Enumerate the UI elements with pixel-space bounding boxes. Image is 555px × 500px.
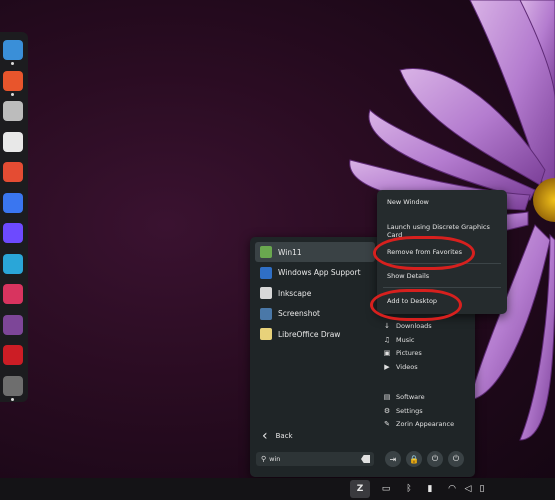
- place-item[interactable]: ↓ Downloads: [383, 320, 432, 332]
- libreoffice-draw-icon: [260, 328, 272, 340]
- back-label: Back: [275, 432, 293, 440]
- place-item[interactable]: ▶ Videos: [383, 361, 418, 373]
- search-input[interactable]: ⚲ win: [256, 452, 374, 466]
- zorin-menu-button[interactable]: Z: [350, 480, 370, 498]
- app-label: Windows App Support: [278, 268, 361, 277]
- system-label: Software: [396, 393, 425, 401]
- system-item[interactable]: ▤ Software: [383, 391, 425, 403]
- running-indicator: [11, 397, 14, 401]
- place-label: Videos: [396, 362, 418, 371]
- app-result[interactable]: Windows App Support: [255, 263, 375, 283]
- annotation-circle: [370, 289, 462, 321]
- inkscape-icon: [260, 287, 272, 299]
- place-icon: ▶: [384, 362, 390, 371]
- place-label: Downloads: [396, 322, 432, 330]
- redhat-icon[interactable]: [3, 345, 23, 365]
- app-result[interactable]: LibreOffice Draw: [255, 324, 375, 344]
- system-label: Settings: [396, 406, 423, 415]
- dock: [0, 32, 28, 402]
- separator: [383, 287, 501, 288]
- app-label: Win11: [278, 247, 302, 257]
- place-item[interactable]: ♫ Music: [383, 334, 415, 346]
- system-icon: ▤: [383, 393, 391, 401]
- annotation-circle: [373, 236, 475, 270]
- clear-search-icon[interactable]: [361, 455, 370, 463]
- place-label: Music: [396, 335, 415, 344]
- chevron-left-icon: ‹: [262, 428, 268, 444]
- wifi-icon[interactable]: ◠: [446, 482, 458, 496]
- window-icon[interactable]: [3, 101, 23, 121]
- system-item[interactable]: ✎ Zorin Appearance: [383, 418, 454, 430]
- place-item[interactable]: ▣ Pictures: [383, 347, 422, 359]
- wine-icon: [260, 266, 272, 279]
- app-label: Screenshot: [278, 309, 320, 318]
- system-icon: ⚙: [383, 406, 391, 415]
- place-label: Pictures: [396, 349, 422, 357]
- files-icon[interactable]: [3, 40, 23, 60]
- back-button[interactable]: ‹ Back: [262, 428, 293, 444]
- signal-icon[interactable]: [3, 192, 23, 213]
- app-result[interactable]: Inkscape: [255, 283, 375, 303]
- context-item-show-details[interactable]: Show Details: [387, 272, 429, 280]
- screenshot-icon: [260, 307, 272, 320]
- running-indicator: [11, 62, 14, 65]
- flathub-icon[interactable]: [3, 162, 23, 182]
- clipboard-icon[interactable]: ▮: [424, 482, 436, 496]
- win11-icon: [260, 246, 272, 258]
- context-item-new-window[interactable]: New Window: [387, 198, 429, 206]
- suspend-button[interactable]: ⏻: [427, 451, 443, 467]
- win11-icon[interactable]: [3, 253, 23, 274]
- calendar-icon[interactable]: [3, 131, 23, 152]
- inkscape-icon[interactable]: [3, 375, 23, 396]
- system-item[interactable]: ⚙ Settings: [383, 405, 423, 417]
- volume-icon[interactable]: ◁: [462, 482, 474, 496]
- proton-vpn-icon[interactable]: [3, 223, 23, 243]
- place-icon: ↓: [384, 322, 390, 330]
- system-label: Zorin Appearance: [396, 420, 455, 428]
- brave-icon[interactable]: [3, 70, 23, 91]
- vivaldi-icon[interactable]: [3, 284, 23, 304]
- lock-button[interactable]: 🔒: [406, 451, 422, 467]
- files-icon[interactable]: ▭: [380, 482, 392, 496]
- bluetooth-icon[interactable]: ᛒ: [403, 482, 415, 496]
- running-indicator: [11, 92, 14, 96]
- place-icon: ♫: [383, 335, 391, 344]
- search-icon: ⚲: [261, 455, 267, 463]
- app-label: Inkscape: [278, 288, 312, 298]
- tor-icon[interactable]: [3, 314, 23, 335]
- battery-icon[interactable]: ▯: [476, 482, 488, 496]
- place-icon: ▣: [383, 349, 391, 357]
- system-icon: ✎: [384, 420, 390, 428]
- logout-button[interactable]: ⇥: [385, 451, 401, 467]
- app-result[interactable]: Screenshot: [255, 304, 375, 324]
- app-result[interactable]: Win11: [255, 242, 375, 262]
- search-value: win: [269, 455, 281, 463]
- app-label: LibreOffice Draw: [278, 329, 341, 339]
- power-off-button[interactable]: ⏻: [448, 451, 464, 467]
